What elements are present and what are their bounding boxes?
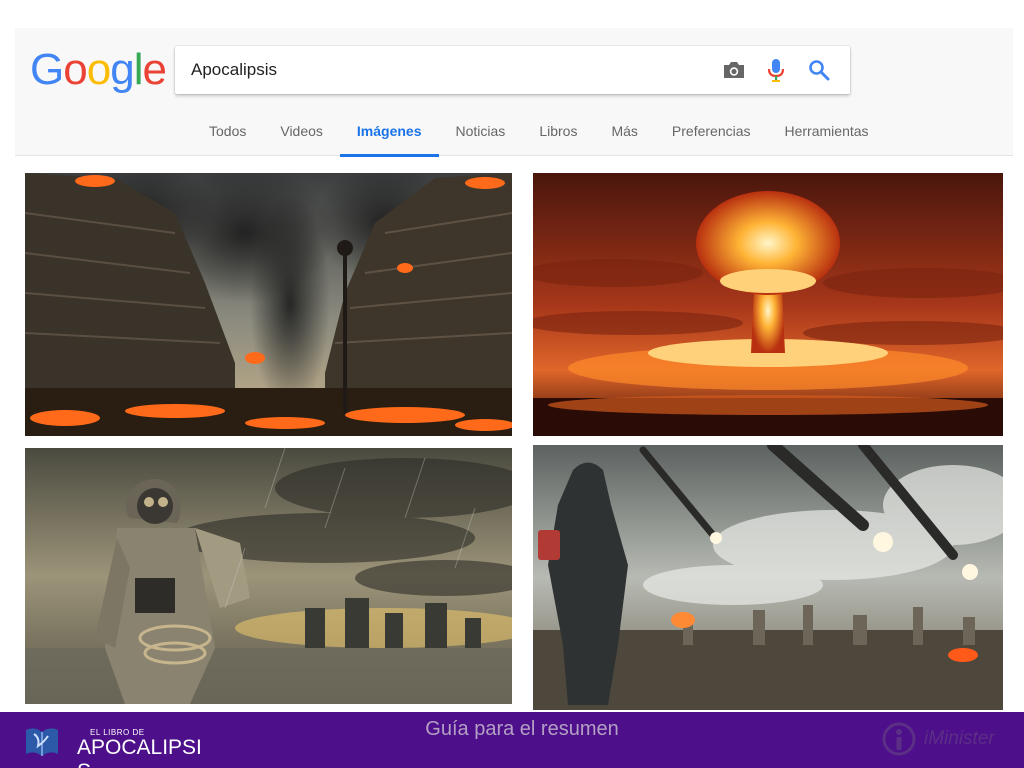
logo-letter-g2: g bbox=[110, 45, 135, 94]
tab-todos[interactable]: Todos bbox=[192, 108, 263, 156]
image-result-nuclear-explosion[interactable] bbox=[533, 173, 1003, 436]
iminister-brand: iMinister bbox=[924, 728, 995, 749]
tab-libros[interactable]: Libros bbox=[522, 108, 594, 156]
tab-mas[interactable]: Más bbox=[594, 108, 654, 156]
slide-footer: EL LIBRO DE APOCALIPSI S Guía para el re… bbox=[0, 712, 1024, 768]
tab-videos[interactable]: Videos bbox=[263, 108, 340, 156]
search-box bbox=[175, 46, 850, 94]
tab-noticias[interactable]: Noticias bbox=[439, 108, 523, 156]
image-result-gasmask-survivor[interactable] bbox=[25, 448, 512, 704]
logo-letter-g: G bbox=[30, 45, 64, 94]
google-logo[interactable]: Google bbox=[30, 42, 167, 98]
google-header: Google Todos Videos bbox=[15, 28, 1013, 157]
tab-imagenes[interactable]: Imágenes bbox=[339, 108, 439, 157]
tab-preferencias[interactable]: Preferencias bbox=[655, 108, 768, 156]
iminister-logo-icon bbox=[882, 722, 916, 761]
logo-letter-e: e bbox=[142, 45, 167, 94]
logo-letter-o2: o bbox=[86, 45, 112, 94]
microphone-icon[interactable] bbox=[762, 56, 790, 84]
book-logo-icon bbox=[22, 724, 62, 765]
slide-caption: Guía para el resumen bbox=[425, 718, 619, 740]
brand-title-line2: S bbox=[77, 760, 91, 768]
brand-title-line1: APOCALIPSI bbox=[77, 736, 202, 759]
image-result-burning-city[interactable] bbox=[25, 173, 512, 436]
camera-icon[interactable] bbox=[720, 56, 748, 84]
search-tabs: Todos Videos Imágenes Noticias Libros Má… bbox=[192, 108, 886, 157]
logo-letter-o1: o bbox=[63, 45, 88, 94]
image-result-meteors-city[interactable] bbox=[533, 445, 1003, 710]
tab-herramientas[interactable]: Herramientas bbox=[768, 108, 886, 156]
search-icon[interactable] bbox=[805, 56, 833, 84]
search-input[interactable] bbox=[191, 56, 691, 84]
